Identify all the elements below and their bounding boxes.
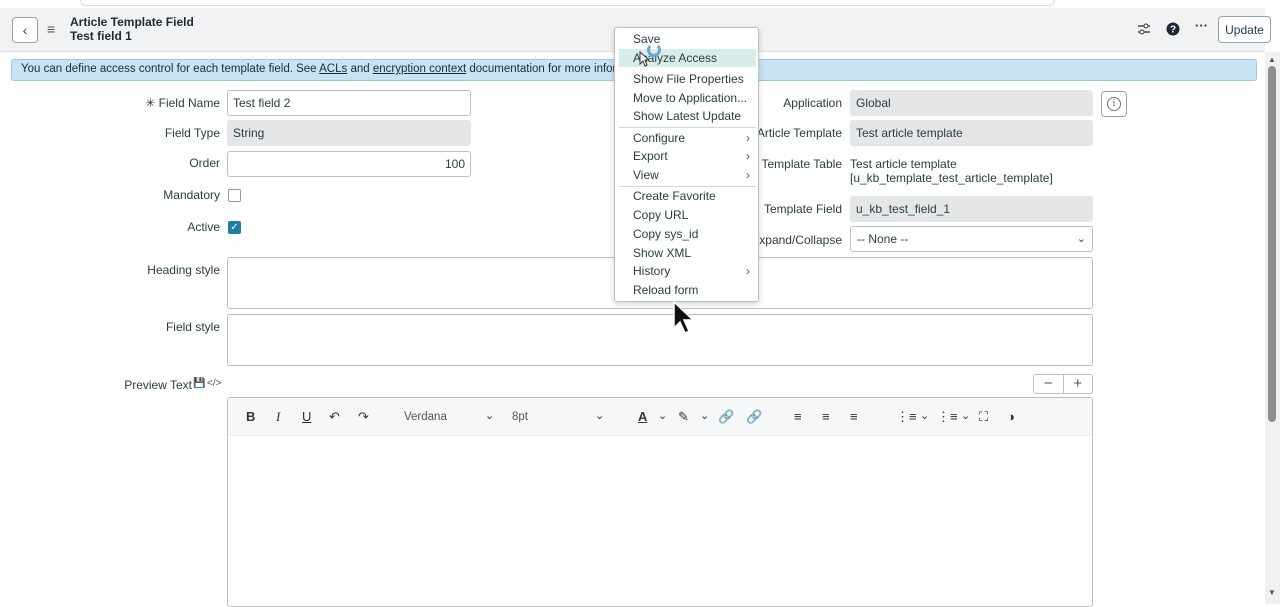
update-button[interactable]: Update bbox=[1218, 16, 1271, 43]
back-button[interactable]: ‹ bbox=[12, 17, 38, 43]
ctx-item-reload-form[interactable]: Reload form bbox=[619, 281, 756, 299]
ctx-item-view[interactable]: View › bbox=[619, 166, 756, 184]
field-style-label: Field style bbox=[165, 320, 220, 334]
save-field-icon[interactable]: 💾 bbox=[193, 377, 205, 391]
ctx-item-export[interactable]: Export › bbox=[619, 147, 756, 165]
text-color-chevron-icon[interactable]: ⌄ bbox=[658, 409, 667, 422]
font-size-chevron-icon[interactable]: ⌄ bbox=[595, 409, 604, 422]
heading-style-label: Heading style bbox=[147, 263, 220, 277]
redo-icon[interactable]: ↷ bbox=[358, 409, 369, 425]
click-ripple-icon bbox=[647, 43, 661, 57]
more-options-icon[interactable]: ··· bbox=[1195, 18, 1208, 33]
info-text-after: documentation for more informat bbox=[466, 63, 636, 75]
template-field-field: u_kb_test_field_1 bbox=[850, 196, 1093, 222]
align-center-icon[interactable]: ≡ bbox=[822, 409, 830, 424]
back-chevron-icon: ‹ bbox=[22, 22, 28, 38]
chevron-right-icon: › bbox=[746, 168, 750, 182]
svg-text:?: ? bbox=[1170, 25, 1176, 36]
chevron-right-icon: › bbox=[746, 131, 750, 145]
ctx-item-save[interactable]: Save bbox=[619, 30, 756, 48]
numbered-list-icon[interactable]: ⋮≡ bbox=[937, 409, 958, 425]
order-label: Order bbox=[189, 156, 220, 170]
mandatory-checkbox[interactable] bbox=[228, 189, 241, 202]
ctx-item-create-favorite[interactable]: Create Favorite bbox=[619, 187, 756, 205]
browser-top-strip bbox=[0, 0, 1280, 8]
scrollbar-thumb[interactable] bbox=[1268, 66, 1276, 422]
unlink-icon[interactable]: 🔗 bbox=[746, 409, 762, 425]
record-name: Test field 1 bbox=[70, 29, 132, 43]
editor-size-controls: − + bbox=[1033, 374, 1093, 394]
expand-collapse-value: -- None -- bbox=[857, 232, 909, 246]
small-cursor-icon bbox=[639, 51, 649, 67]
template-table-name: [u_kb_template_test_article_template] bbox=[850, 171, 1053, 185]
font-size-select[interactable]: 8pt bbox=[512, 411, 528, 423]
rich-text-editor[interactable]: B I U ↶ ↷ Verdana ⌄ 8pt ⌄ A ⌄ ✎ ⌄ 🔗 🔗 ≡ … bbox=[227, 397, 1093, 607]
shrink-editor-button[interactable]: − bbox=[1034, 375, 1064, 393]
info-text-and: and bbox=[347, 63, 373, 75]
mouse-cursor-icon bbox=[673, 301, 695, 335]
field-name-input[interactable]: Test field 2 bbox=[227, 90, 471, 116]
bullet-list-icon[interactable]: ⋮≡ bbox=[896, 409, 917, 425]
ctx-item-show-file-properties[interactable]: Show File Properties bbox=[619, 70, 756, 88]
form-title: Article Template Field bbox=[70, 15, 194, 29]
font-family-select[interactable]: Verdana bbox=[404, 411, 447, 423]
bullet-list-chevron-icon[interactable]: ⌄ bbox=[920, 409, 929, 422]
chevron-right-icon: › bbox=[746, 264, 750, 278]
field-type-label: Field Type bbox=[164, 126, 220, 140]
field-type-field: String bbox=[227, 120, 471, 146]
bold-icon[interactable]: B bbox=[246, 409, 255, 424]
order-input[interactable]: 100 bbox=[227, 151, 471, 177]
underline-icon[interactable]: U bbox=[302, 409, 311, 424]
field-name-label: ✳ Field Name bbox=[145, 96, 220, 110]
highlight-chevron-icon[interactable]: ⌄ bbox=[700, 409, 709, 422]
article-template-field: Test article template bbox=[850, 120, 1093, 146]
chevron-down-icon: ⌄ bbox=[1076, 233, 1086, 245]
numbered-list-chevron-icon[interactable]: ⌄ bbox=[961, 409, 970, 422]
font-family-chevron-icon[interactable]: ⌄ bbox=[485, 409, 494, 422]
field-style-textarea[interactable] bbox=[227, 314, 1093, 366]
ctx-item-move-to-application[interactable]: Move to Application... bbox=[619, 89, 756, 107]
active-checkbox[interactable]: ✓ bbox=[228, 221, 241, 234]
highlight-color-icon[interactable]: ✎ bbox=[678, 409, 689, 425]
code-view-icon[interactable]: </> bbox=[207, 377, 221, 391]
ctx-item-show-xml[interactable]: Show XML bbox=[619, 244, 756, 262]
application-info-button[interactable]: i bbox=[1101, 91, 1127, 117]
editor-toolbar: B I U ↶ ↷ Verdana ⌄ 8pt ⌄ A ⌄ ✎ ⌄ 🔗 🔗 ≡ … bbox=[228, 398, 1092, 436]
ctx-separator bbox=[619, 127, 756, 128]
template-table-value: Test article template bbox=[850, 157, 957, 171]
info-icon: i bbox=[1107, 97, 1121, 111]
align-left-icon[interactable]: ≡ bbox=[794, 409, 802, 424]
required-marker-icon: ✳ bbox=[145, 96, 156, 110]
acls-link[interactable]: ACLs bbox=[319, 63, 347, 75]
attachments-settings-icon[interactable] bbox=[1137, 22, 1151, 39]
text-color-icon[interactable]: A bbox=[638, 409, 647, 424]
help-icon[interactable]: ? bbox=[1166, 22, 1180, 39]
active-label: Active bbox=[187, 220, 220, 234]
hamburger-menu-icon[interactable]: ≡ bbox=[47, 21, 59, 37]
application-field: Global bbox=[850, 90, 1093, 116]
expand-collapse-select[interactable]: -- None -- ⌄ bbox=[850, 226, 1093, 252]
mandatory-label: Mandatory bbox=[163, 188, 220, 202]
link-icon[interactable]: 🔗 bbox=[718, 409, 734, 425]
address-bar-edge bbox=[80, 0, 1055, 6]
ctx-item-copy-sys-id[interactable]: Copy sys_id bbox=[619, 225, 756, 243]
italic-icon[interactable]: I bbox=[276, 409, 280, 425]
undo-icon[interactable]: ↶ bbox=[329, 409, 340, 425]
grow-editor-button[interactable]: + bbox=[1064, 375, 1093, 393]
fullscreen-icon[interactable]: ⛶ bbox=[979, 409, 988, 425]
encryption-context-link[interactable]: encryption context bbox=[373, 63, 466, 75]
align-right-icon[interactable]: ≡ bbox=[850, 409, 858, 424]
context-menu: Save Analyze Access Show File Properties… bbox=[614, 27, 759, 302]
ctx-item-history[interactable]: History › bbox=[619, 262, 756, 280]
preview-text-label: Preview Text bbox=[124, 378, 192, 392]
chevron-right-icon: › bbox=[746, 149, 750, 163]
scroll-up-arrow-icon[interactable]: ▲ bbox=[1268, 55, 1276, 64]
ctx-item-show-latest-update[interactable]: Show Latest Update bbox=[619, 107, 756, 125]
contrast-icon[interactable]: ◑ bbox=[1007, 409, 1015, 424]
ctx-item-configure[interactable]: Configure › bbox=[619, 129, 756, 147]
scroll-down-arrow-icon[interactable]: ▼ bbox=[1268, 588, 1276, 597]
ctx-item-copy-url[interactable]: Copy URL bbox=[619, 206, 756, 224]
info-text: You can define access control for each t… bbox=[21, 63, 320, 75]
